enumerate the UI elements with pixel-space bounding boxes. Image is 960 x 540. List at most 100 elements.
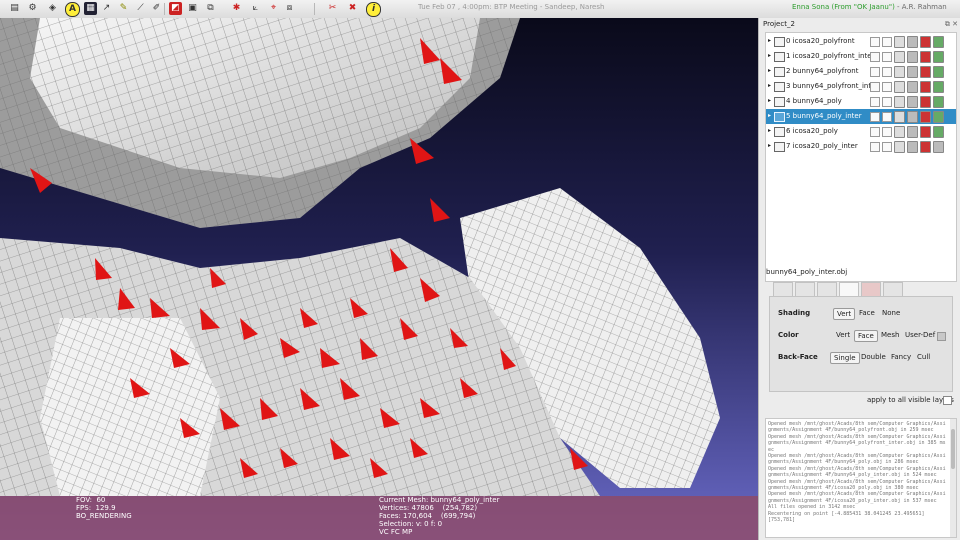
tag-icon[interactable] xyxy=(907,36,918,48)
layer-row[interactable]: ▸ 7 icosa20_poly_inter xyxy=(766,139,956,154)
move-icon[interactable] xyxy=(882,67,892,77)
move-icon[interactable] xyxy=(882,97,892,107)
tag-icon[interactable] xyxy=(907,96,918,108)
shade-icon[interactable] xyxy=(933,36,944,48)
paint-icon[interactable] xyxy=(920,36,931,48)
expand-arrow-icon[interactable]: ▸ xyxy=(768,112,771,119)
log-output[interactable]: Opened mesh /mnt/ghost/Acads/8th sem/Com… xyxy=(765,418,957,538)
file-icon[interactable]: ▤ xyxy=(8,2,21,15)
filter-icon[interactable] xyxy=(894,141,905,153)
visibility-icon[interactable] xyxy=(774,127,785,137)
tag-icon[interactable] xyxy=(907,111,918,123)
tag-icon[interactable] xyxy=(907,81,918,93)
paint-icon[interactable] xyxy=(920,51,931,63)
filter-icon[interactable] xyxy=(894,51,905,63)
3d-viewport[interactable]: FOV: 60 FPS: 129.9 BO_RENDERING Current … xyxy=(0,18,758,540)
paint-icon[interactable] xyxy=(920,141,931,153)
tab-smooth[interactable] xyxy=(861,282,881,297)
filter-icon[interactable] xyxy=(894,66,905,78)
align-icon[interactable]: ⧈ xyxy=(283,2,296,15)
layer-row[interactable]: ▸ 3 bunny64_polyfront_inter xyxy=(766,79,956,94)
move-icon[interactable] xyxy=(882,52,892,62)
shade-icon[interactable] xyxy=(933,66,944,78)
shade-icon[interactable] xyxy=(933,81,944,93)
axis-icon[interactable]: ↗ xyxy=(100,2,113,15)
expand-arrow-icon[interactable]: ▸ xyxy=(768,37,771,44)
layer-row[interactable]: ▸ 0 icosa20_polyfront xyxy=(766,34,956,49)
tab-points[interactable] xyxy=(773,282,793,297)
layer-row[interactable]: ▸ 6 icosa20_poly xyxy=(766,124,956,139)
layer-list[interactable]: ▸ 0 icosa20_polyfront ▸ 1 icosa20_polyfr… xyxy=(765,32,957,282)
copy-icon[interactable] xyxy=(870,127,880,137)
tag-icon[interactable] xyxy=(907,126,918,138)
visibility-icon[interactable] xyxy=(774,112,785,122)
brush-icon[interactable]: ⟋ xyxy=(134,2,147,15)
snapshot-icon[interactable]: ▦ xyxy=(84,2,97,15)
move-icon[interactable] xyxy=(882,142,892,152)
gear-icon[interactable]: ⚙ xyxy=(26,2,39,15)
filter-icon[interactable] xyxy=(894,36,905,48)
shading-vert[interactable]: Vert xyxy=(833,308,856,320)
mesh-icon[interactable]: ◈ xyxy=(46,2,59,15)
tab-wire[interactable] xyxy=(795,282,815,297)
copy-icon[interactable] xyxy=(870,142,880,152)
paint-icon[interactable] xyxy=(920,96,931,108)
visibility-icon[interactable] xyxy=(774,97,785,107)
panel-window-controls[interactable]: ⧉ ✕ xyxy=(945,20,958,29)
copy-icon[interactable] xyxy=(870,82,880,92)
visibility-icon[interactable] xyxy=(774,37,785,47)
shade-icon[interactable] xyxy=(933,111,944,123)
paint-icon[interactable] xyxy=(920,126,931,138)
annotation-icon[interactable]: A xyxy=(65,2,80,17)
layers-icon[interactable]: ⧉ xyxy=(204,2,217,15)
layer-row[interactable]: ▸ 1 icosa20_polyfront_inter xyxy=(766,49,956,64)
shading-face[interactable]: Face xyxy=(856,308,878,318)
log-scroll-thumb[interactable] xyxy=(951,429,955,469)
shade-icon[interactable] xyxy=(933,96,944,108)
layer-row[interactable]: ▸ 4 bunny64_poly xyxy=(766,94,956,109)
backface-fancy[interactable]: Fancy xyxy=(888,352,914,362)
expand-arrow-icon[interactable]: ▸ xyxy=(768,67,771,74)
paint-icon[interactable]: ✎ xyxy=(117,2,130,15)
move-icon[interactable] xyxy=(882,82,892,92)
copy-icon[interactable] xyxy=(870,67,880,77)
visibility-icon[interactable] xyxy=(774,52,785,62)
expand-arrow-icon[interactable]: ▸ xyxy=(768,52,771,59)
copy-icon[interactable] xyxy=(870,52,880,62)
backface-cull[interactable]: Cull xyxy=(914,352,933,362)
transfer-icon[interactable]: ✂ xyxy=(326,2,339,15)
color-swatch[interactable] xyxy=(937,332,946,341)
measure-icon[interactable]: ⟀ xyxy=(249,2,262,15)
backface-double[interactable]: Double xyxy=(858,352,889,362)
visibility-icon[interactable] xyxy=(774,82,785,92)
move-icon[interactable] xyxy=(882,112,892,122)
tag-icon[interactable] xyxy=(907,141,918,153)
tag-icon[interactable]: ⌖ xyxy=(267,2,280,15)
move-icon[interactable] xyxy=(882,127,892,137)
copy-icon[interactable] xyxy=(870,37,880,47)
cube-icon[interactable]: ▣ xyxy=(186,2,199,15)
select-icon[interactable]: ◩ xyxy=(169,2,182,15)
color-mesh[interactable]: Mesh xyxy=(878,330,902,340)
paint-icon[interactable] xyxy=(920,81,931,93)
color-face[interactable]: Face xyxy=(854,330,878,342)
tab-hidden[interactable] xyxy=(817,282,837,297)
tag-icon[interactable] xyxy=(907,51,918,63)
expand-arrow-icon[interactable]: ▸ xyxy=(768,127,771,134)
layer-row[interactable]: ▸ 2 bunny64_polyfront xyxy=(766,64,956,79)
shading-none[interactable]: None xyxy=(879,308,903,318)
star-icon[interactable]: ✱ xyxy=(230,2,243,15)
tab-texture[interactable] xyxy=(883,282,903,297)
paint-icon[interactable] xyxy=(920,111,931,123)
expand-arrow-icon[interactable]: ▸ xyxy=(768,142,771,149)
shade-icon[interactable] xyxy=(933,51,944,63)
edit-icon[interactable]: ✐ xyxy=(150,2,163,15)
visibility-icon[interactable] xyxy=(774,67,785,77)
paint-icon[interactable] xyxy=(920,66,931,78)
log-scrollbar[interactable] xyxy=(950,419,956,537)
color-user-def[interactable]: User-Def xyxy=(902,330,938,340)
copy-icon[interactable] xyxy=(870,112,880,122)
backface-single[interactable]: Single xyxy=(830,352,860,364)
copy-icon[interactable] xyxy=(870,97,880,107)
move-icon[interactable] xyxy=(882,37,892,47)
